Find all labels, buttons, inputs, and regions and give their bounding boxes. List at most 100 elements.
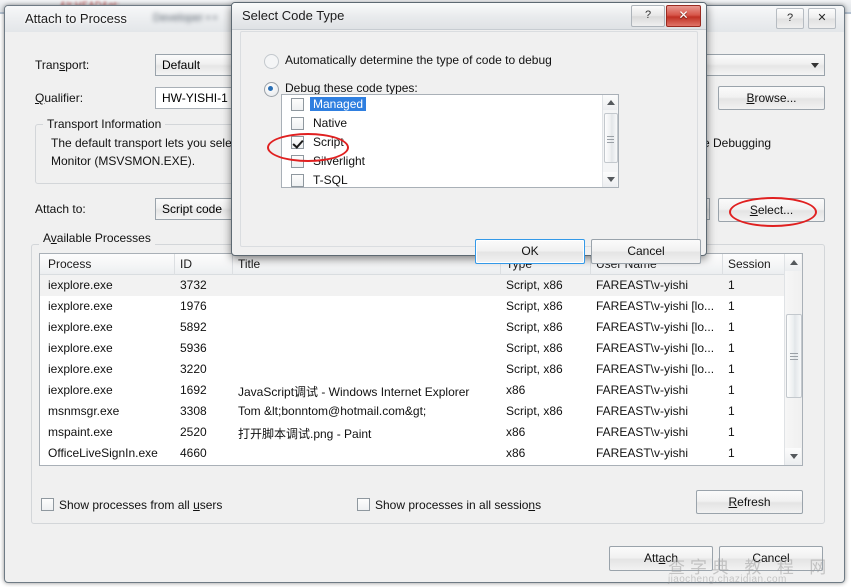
cell-session: 1 (728, 425, 735, 439)
cell-session: 1 (728, 320, 735, 334)
show-all-users-checkbox[interactable] (41, 498, 54, 511)
code-type-checkbox[interactable] (291, 155, 304, 168)
cell-user: FAREAST\v-yishi (596, 278, 689, 292)
process-table-scrollbar[interactable] (784, 254, 802, 465)
chevron-down-icon (811, 63, 819, 68)
close-icon[interactable]: ✕ (666, 5, 701, 27)
code-type-checkbox[interactable] (291, 174, 304, 187)
process-table-body[interactable]: iexplore.exe 3732 Script, x86 FAREAST\v-yis… (40, 275, 802, 465)
show-all-users-label[interactable]: Show processes from all users (59, 498, 222, 512)
code-type-label[interactable]: Native (313, 116, 347, 130)
cell-session: 1 (728, 299, 735, 313)
browse-button-label-rest: rowse... (754, 91, 797, 105)
cell-type: x86 (506, 383, 526, 397)
code-type-dialog-body: Automatically determine the type of code… (240, 31, 701, 264)
code-type-titlebar[interactable]: Select Code Type ? ✕ (232, 3, 706, 30)
auto-detect-radio[interactable] (264, 54, 279, 69)
cell-id: 3308 (180, 404, 207, 418)
code-type-row[interactable]: Silverlight (282, 152, 618, 171)
code-type-label[interactable]: T-SQL (313, 173, 348, 187)
code-type-row[interactable]: Native (282, 114, 618, 133)
transport-information-line1: The default transport lets you select (51, 136, 242, 150)
cell-type: x86 (506, 425, 526, 439)
cell-id: 5892 (180, 320, 207, 334)
cancel-button[interactable]: Cancel (719, 546, 823, 571)
code-type-row[interactable]: T-SQL (282, 171, 618, 187)
column-header-process[interactable]: Process (48, 257, 91, 271)
table-row[interactable]: OfficeLiveSignIn.exe 4660 x86 FAREAST\v-yis… (40, 443, 802, 464)
cell-id: 1976 (180, 299, 207, 313)
cell-process: iexplore.exe (48, 299, 113, 313)
code-type-label[interactable]: Script (313, 135, 344, 149)
scroll-up-icon[interactable] (785, 254, 801, 271)
attach-to-combo-value: Script code (162, 202, 223, 216)
column-header-session[interactable]: Session (728, 257, 771, 271)
cell-session: 1 (728, 446, 735, 460)
scroll-up-icon[interactable] (603, 95, 617, 110)
code-types-scrollbar[interactable] (602, 95, 618, 187)
process-scroll-thumb[interactable] (786, 314, 802, 398)
cell-process: iexplore.exe (48, 320, 113, 334)
cell-user: FAREAST\v-yishi [lo... (596, 341, 715, 355)
code-types-scroll-thumb[interactable] (604, 113, 618, 163)
scroll-down-icon[interactable] (603, 172, 617, 187)
attach-dialog-title: Attach to Process (25, 11, 127, 26)
attach-to-label: Attach to: (35, 202, 86, 216)
debug-code-types-radio[interactable] (264, 82, 279, 97)
table-row[interactable]: iexplore.exe 1692 JavaScript调试 - Windows I… (40, 380, 802, 401)
process-table[interactable]: Process ID Title Type User Name Session … (39, 253, 803, 466)
cell-id: 3732 (180, 278, 207, 292)
show-all-sessions-checkbox[interactable] (357, 498, 370, 511)
close-icon[interactable]: ✕ (808, 8, 836, 29)
code-type-label[interactable]: Silverlight (313, 154, 365, 168)
scroll-down-icon[interactable] (785, 448, 801, 465)
cell-session: 1 (728, 404, 735, 418)
table-row[interactable]: ONENOTEM.EXE3344x86FAREAST\v-yishi1 (40, 464, 802, 465)
table-row[interactable]: iexplore.exe 5892 Script, x86 FAREAST\v-yis… (40, 317, 802, 338)
cell-title: Tom &lt;bonntom@hotmail.com&gt; (238, 404, 427, 418)
code-types-listbox[interactable]: ManagedNativeScriptSilverlightT-SQLWorkf… (281, 94, 619, 188)
table-row[interactable]: iexplore.exe 3220 Script, x86 FAREAST\v-yis… (40, 359, 802, 380)
available-processes-legend: Available Processes (39, 231, 155, 245)
table-row[interactable]: mspaint.exe 2520 打开脚本调试.png - Paint x86 FARE… (40, 422, 802, 443)
cell-user: FAREAST\v-yishi [lo... (596, 320, 715, 334)
transport-label: Transport: (35, 58, 90, 72)
code-type-checkbox[interactable] (291, 98, 304, 111)
cell-session: 1 (728, 383, 735, 397)
cell-session: 1 (728, 278, 735, 292)
cell-process: OfficeLiveSignIn.exe (48, 446, 158, 460)
code-type-label[interactable]: Managed (310, 97, 367, 111)
table-row[interactable]: iexplore.exe 1976 Script, x86 FAREAST\v-yis… (40, 296, 802, 317)
debug-code-types-radio-label[interactable]: Debug these code types: (285, 81, 418, 95)
transport-information-legend: Transport Information (43, 117, 166, 131)
code-type-checkbox[interactable] (291, 117, 304, 130)
select-code-type-dialog: Select Code Type ? ✕ Automatically deter… (231, 2, 707, 264)
cell-user: FAREAST\v-yishi [lo... (596, 299, 715, 313)
code-type-row[interactable]: Managed (282, 95, 618, 114)
code-type-checkbox[interactable] (291, 136, 304, 149)
cell-process: iexplore.exe (48, 278, 113, 292)
code-type-row[interactable]: Script (282, 133, 618, 152)
cell-id: 1692 (180, 383, 207, 397)
cell-type: Script, x86 (506, 320, 563, 334)
refresh-button[interactable]: Refresh (696, 490, 803, 514)
cell-title: JavaScript调试 - Windows Internet Explorer (238, 385, 470, 399)
cancel-button[interactable]: Cancel (591, 239, 701, 264)
attach-button[interactable]: Attach (609, 546, 713, 571)
column-header-id[interactable]: ID (180, 257, 192, 271)
show-all-sessions-label[interactable]: Show processes in all sessions (375, 498, 541, 512)
cell-type: Script, x86 (506, 362, 563, 376)
ok-button[interactable]: OK (475, 239, 585, 264)
cell-user: FAREAST\v-yishi (596, 446, 689, 460)
table-row[interactable]: iexplore.exe 5936 Script, x86 FAREAST\v-yis… (40, 338, 802, 359)
column-header-title[interactable]: Title (238, 257, 260, 271)
code-types-list-body[interactable]: ManagedNativeScriptSilverlightT-SQLWorkf… (282, 95, 618, 187)
help-icon[interactable]: ? (631, 5, 665, 27)
table-row[interactable]: msnmsgr.exe 3308 Tom &lt;bonntom@hotmail.c… (40, 401, 802, 422)
browse-button[interactable]: Browse... (718, 86, 825, 110)
select-button[interactable]: Select... (718, 198, 825, 222)
cell-id: 5936 (180, 341, 207, 355)
auto-detect-radio-label[interactable]: Automatically determine the type of code… (285, 53, 552, 67)
table-row[interactable]: iexplore.exe 3732 Script, x86 FAREAST\v-yis… (40, 275, 802, 296)
help-icon[interactable]: ? (776, 8, 804, 29)
